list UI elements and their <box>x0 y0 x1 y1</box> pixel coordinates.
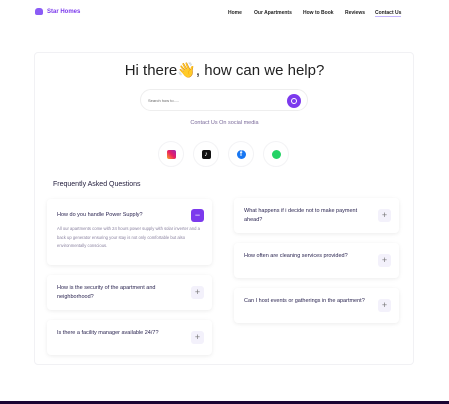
home-icon <box>35 8 43 15</box>
faq-item[interactable]: What happens if i decide not to make pay… <box>234 198 399 233</box>
page-title: Hi there👋, how can we help? <box>124 62 325 79</box>
expand-button[interactable]: + <box>191 331 204 344</box>
faq-question: How often are cleaning services provided… <box>244 253 348 259</box>
faq-question: How do you handle Power Supply? <box>57 212 143 218</box>
faq-question: How is the security of the apartment and… <box>57 285 156 300</box>
faq-item[interactable]: Can I host events or gatherings in the a… <box>234 288 399 323</box>
faq-item[interactable]: How do you handle Power Supply? − All ou… <box>47 199 212 265</box>
nav-home[interactable]: Home <box>228 10 242 16</box>
expand-button[interactable]: + <box>378 299 391 312</box>
expand-button[interactable]: + <box>191 286 204 299</box>
contact-social-label: Contact Us On social media <box>190 120 259 126</box>
faq-answer: All our apartments come with 24 hours po… <box>57 226 200 249</box>
nav-contact-us[interactable]: Contact Us <box>375 10 402 17</box>
brand-logo[interactable]: Star Homes <box>35 8 80 15</box>
nav-our-apartments[interactable]: Our Apartments <box>254 10 292 16</box>
whatsapp-button[interactable] <box>263 141 289 167</box>
tiktok-icon: ♪ <box>201 149 211 159</box>
faq-item[interactable]: Is there a facility manager available 24… <box>47 320 212 355</box>
nav-reviews[interactable]: Reviews <box>345 10 365 16</box>
facebook-icon: f <box>236 149 246 159</box>
search-placeholder: Search how to..... <box>148 98 180 103</box>
instagram-icon <box>166 149 176 159</box>
tiktok-button[interactable]: ♪ <box>193 141 219 167</box>
facebook-button[interactable]: f <box>228 141 254 167</box>
expand-button[interactable]: + <box>378 254 391 267</box>
brand-name: Star Homes <box>47 8 81 15</box>
instagram-button[interactable] <box>158 141 184 167</box>
whatsapp-icon <box>271 149 281 159</box>
faq-item[interactable]: How often are cleaning services provided… <box>234 243 399 278</box>
collapse-button[interactable]: − <box>191 209 204 222</box>
faq-question: Can I host events or gatherings in the a… <box>244 298 365 304</box>
search-input[interactable]: Search how to..... <box>140 89 308 111</box>
faq-title: Frequently Asked Questions <box>53 181 141 188</box>
nav-how-to-book[interactable]: How to Book <box>303 10 334 16</box>
faq-question: What happens if i decide not to make pay… <box>244 208 358 223</box>
expand-button[interactable]: + <box>378 209 391 222</box>
faq-item[interactable]: How is the security of the apartment and… <box>47 275 212 310</box>
faq-question: Is there a facility manager available 24… <box>57 330 159 336</box>
search-button[interactable] <box>287 94 301 108</box>
